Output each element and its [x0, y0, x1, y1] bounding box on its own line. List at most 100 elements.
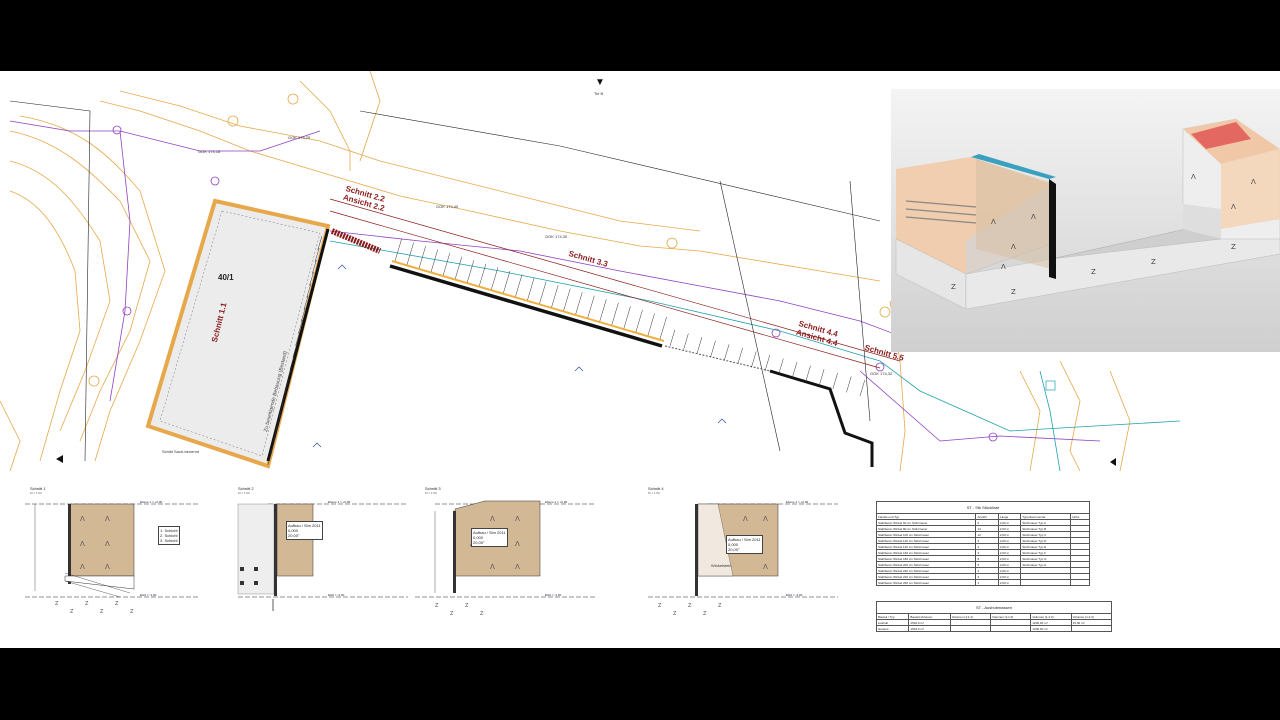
section-drawing-2[interactable]: Schnitt 2 M = 1:50 Ebene 1 = +0,00 EG0 =… — [228, 481, 408, 646]
svg-text:Λ: Λ — [490, 515, 495, 523]
section-lines — [329, 198, 901, 369]
level-bottom: EG0 = -3,00 — [140, 593, 157, 597]
section-drawing-3[interactable]: Schnitt 3 M = 1:50 ΛΛΛΛΛΛ ZZZZ Ebene 1 =… — [415, 481, 595, 646]
table-cell — [1070, 625, 1113, 632]
svg-text:Λ: Λ — [105, 515, 110, 523]
svg-text:Z: Z — [130, 609, 134, 615]
svg-text:Λ: Λ — [743, 515, 748, 523]
isometric-3d-view[interactable]: Λ Λ Λ Λ Λ Λ Λ Z Z Z Z Z — [891, 89, 1280, 352]
dimension-tick — [430, 249, 438, 272]
dimension-tick — [846, 376, 852, 393]
dimension-tick — [710, 340, 716, 357]
dimension-tick — [491, 267, 499, 290]
svg-text:Z: Z — [703, 611, 707, 617]
svg-text:Λ: Λ — [105, 563, 110, 571]
dimension-tick — [394, 238, 402, 262]
section-drawing-4[interactable]: Schnitt 4 M = 1:50 ΛΛΛΛ ZZZZZ Ebene 1 = … — [638, 481, 838, 646]
dimension-tick — [832, 372, 838, 389]
dimension-tick — [805, 365, 811, 382]
dimension-tick — [791, 362, 798, 379]
dimension-tick — [669, 329, 676, 347]
letterbox-bottom — [0, 648, 1280, 720]
dimension-tick — [696, 337, 703, 354]
section-drawing-1[interactable]: Schnitt 1 M = 1:50 ΛΛΛΛΛΛ ZZZZZZ Ebene 1… — [20, 481, 200, 646]
dimension-tick — [575, 292, 583, 315]
svg-text:Z: Z — [688, 603, 692, 609]
dimension-tick — [599, 299, 607, 322]
dimension-tick — [539, 281, 547, 304]
letterbox-top — [0, 0, 1280, 71]
table-cell — [1070, 579, 1090, 586]
schedule-title: ST - Aushubmassen — [876, 601, 1112, 613]
level-top: Ebene 1 = +0,00 — [786, 500, 809, 504]
dimension-tick — [635, 309, 643, 332]
svg-text:Z: Z — [100, 609, 104, 615]
level-markers — [312, 264, 727, 448]
table-cell: 1200,00 m³ — [1030, 625, 1072, 632]
table-row[interactable]: Gesamt 1534,0 m³ 1200,00 m³ — [875, 625, 1113, 632]
table-cell: Stahlbeton Winkel 260 cm Stützmauer — [875, 579, 977, 586]
svg-text:Λ: Λ — [1191, 173, 1196, 181]
dimension-tick — [737, 347, 743, 364]
svg-text:Λ: Λ — [515, 515, 520, 523]
svg-text:Z: Z — [1151, 258, 1156, 266]
level-bottom: EG0 = -3,00 — [786, 593, 803, 597]
dimension-tick — [659, 316, 667, 340]
table-cell — [990, 625, 1032, 632]
dimension-tick — [751, 351, 757, 368]
svg-text:Λ: Λ — [80, 515, 85, 523]
dimension-tick — [503, 270, 511, 293]
dimension-tick — [764, 354, 771, 372]
point-tag: GOK 174,25 — [288, 135, 311, 140]
section-3-graphic: ΛΛΛΛΛΛ ZZZZ — [415, 500, 595, 617]
level-top: Ebene 1 = +0,00 — [545, 500, 568, 504]
schedule-table-excavation[interactable]: ST - Aushubmassen Bauteil / Typ Bauteil-V… — [875, 601, 1113, 632]
svg-text:Λ: Λ — [515, 563, 520, 571]
svg-text:Z: Z — [450, 611, 454, 617]
dimension-tick — [515, 274, 523, 297]
svg-text:Λ: Λ — [1001, 263, 1006, 271]
svg-text:Λ: Λ — [991, 218, 996, 226]
point-tag: GOK 174,30 — [545, 234, 568, 239]
svg-text:Λ: Λ — [105, 540, 110, 548]
level-top: Ebene 1 = +0,00 — [328, 500, 351, 504]
dimension-tick — [683, 333, 689, 350]
layer-callout: 1. Schicht 2. Schicht 3. Schicht — [158, 526, 180, 545]
svg-text:Λ: Λ — [1231, 203, 1236, 211]
svg-text:Λ: Λ — [1011, 243, 1016, 251]
section-4-graphic: ΛΛΛΛ ZZZZZ — [648, 503, 838, 617]
svg-text:Z: Z — [465, 603, 469, 609]
svg-text:Λ: Λ — [1251, 178, 1256, 186]
dimension-tick — [778, 358, 784, 375]
level-top: Ebene 1 = +0,00 — [140, 500, 163, 504]
dimension-tick — [611, 302, 619, 325]
svg-text:Λ: Λ — [80, 563, 85, 571]
svg-text:Z: Z — [1011, 288, 1016, 296]
svg-text:Z: Z — [85, 601, 89, 607]
dimension-tick — [454, 256, 463, 279]
dimension-tick — [819, 369, 825, 386]
dimension-tick — [859, 379, 866, 397]
dimension-tick — [551, 285, 559, 308]
dimension-tick — [527, 277, 535, 301]
parcel-bottom-text: Schild Sach-benennt — [162, 449, 199, 454]
svg-text:Z: Z — [673, 611, 677, 617]
svg-text:Z: Z — [951, 283, 956, 291]
dimension-tick — [442, 253, 451, 276]
svg-text:Z: Z — [435, 603, 439, 609]
table-row[interactable]: Stahlbeton Winkel 260 cm Stützmauer 1 2,00… — [875, 579, 1090, 586]
dimension-tick — [406, 242, 414, 265]
schedule-table-parts[interactable]: ST - Stk Stückliste Familie und Typ Anzah… — [875, 501, 1090, 586]
dimension-tick — [623, 306, 631, 329]
svg-text:Z: Z — [480, 611, 484, 617]
svg-text:Z: Z — [70, 609, 74, 615]
svg-text:Λ: Λ — [80, 540, 85, 548]
dimension-tick — [647, 313, 655, 336]
svg-text:Z: Z — [1091, 268, 1096, 276]
svg-text:Z: Z — [658, 603, 662, 609]
svg-text:Λ: Λ — [490, 563, 495, 571]
table-cell — [949, 625, 992, 632]
point-tag: GOK 174,32 — [870, 371, 893, 376]
level-bottom: EG0 = -3,00 — [545, 593, 562, 597]
svg-text:Z: Z — [1231, 243, 1236, 251]
